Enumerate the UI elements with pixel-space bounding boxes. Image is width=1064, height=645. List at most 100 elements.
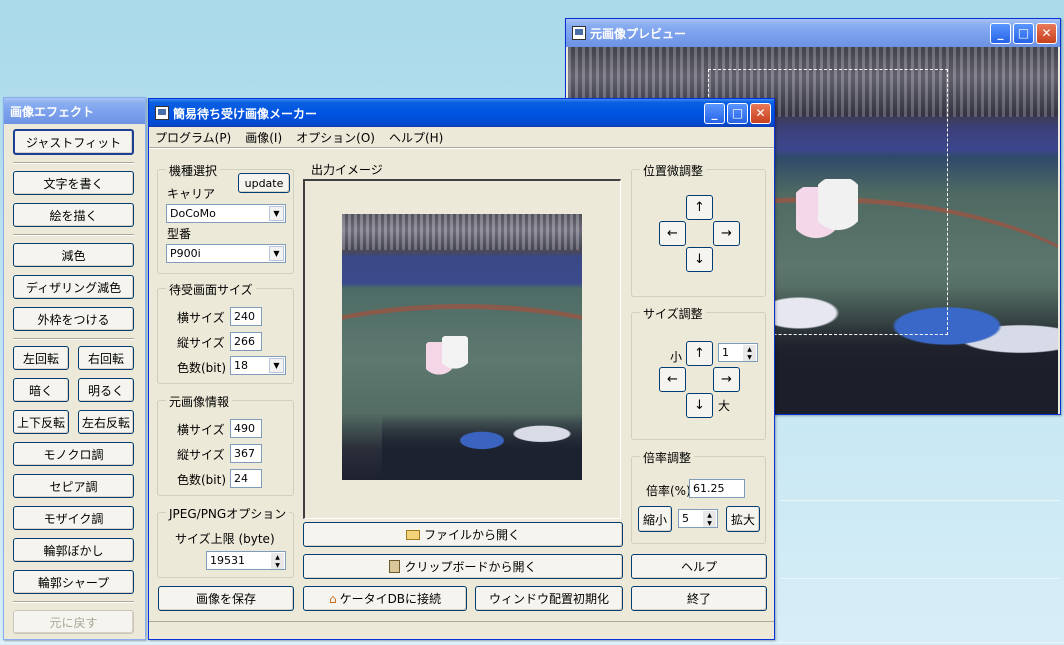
- model-group-label: 機種選択: [166, 162, 221, 179]
- move-left-button[interactable]: ←: [659, 221, 686, 246]
- mono-button[interactable]: モノクロ調: [13, 442, 134, 466]
- reduce-color-button[interactable]: 減色: [13, 243, 134, 267]
- output-label: 出力イメージ: [311, 163, 383, 177]
- rotate-left-button[interactable]: 左回転: [13, 346, 69, 370]
- source-info-group: 元画像情報 横サイズ 490 縦サイズ 367 色数(bit) 24: [157, 393, 294, 496]
- close-button[interactable]: ✕: [1036, 22, 1057, 44]
- source-width-field: 490: [230, 419, 262, 438]
- sepia-button[interactable]: セピア調: [13, 474, 134, 498]
- main-title: 簡易待ち受け画像メーカー: [173, 106, 318, 121]
- menu-program[interactable]: プログラム(P): [155, 129, 231, 146]
- maximize-button[interactable]: □: [727, 102, 748, 124]
- mosaic-button[interactable]: モザイク調: [13, 506, 134, 530]
- model-select[interactable]: P900i ▼: [166, 244, 286, 263]
- screen-height-field[interactable]: 266: [230, 332, 262, 351]
- screen-colors-value: 18: [234, 359, 248, 372]
- size-right-button[interactable]: →: [713, 367, 740, 392]
- jpeg-options-group: JPEG/PNGオプション サイズ上限 (byte) 19531 ▲ ▼: [157, 505, 294, 578]
- update-button[interactable]: update: [238, 173, 290, 193]
- crowd-front: [382, 414, 582, 480]
- darker-button[interactable]: 暗く: [13, 378, 69, 402]
- desktop-decoration: [780, 578, 1060, 579]
- size-group: サイズ調整 小 ↑ 1 ▲ ▼ ← → ↓ 大: [631, 305, 766, 440]
- zoom-step-value: 5: [682, 512, 689, 525]
- write-text-button[interactable]: 文字を書く: [13, 171, 134, 195]
- screen-width-label: 横サイズ: [177, 311, 225, 325]
- screen-size-group: 待受画面サイズ 横サイズ 240 縦サイズ 266 色数(bit) 18 ▼: [157, 281, 294, 384]
- spin-down-icon[interactable]: ▼: [743, 353, 756, 361]
- source-colors-label: 色数(bit): [177, 473, 227, 487]
- main-titlebar[interactable]: 簡易待ち受け画像メーカー _ □ ✕: [149, 99, 774, 127]
- size-down-button[interactable]: ↓: [686, 393, 713, 418]
- size-limit-value: 19531: [210, 554, 245, 567]
- zoom-rate-field[interactable]: 61.25: [689, 479, 745, 498]
- folder-icon: [405, 529, 420, 540]
- screen-colors-select[interactable]: 18 ▼: [230, 356, 286, 375]
- position-group: 位置微調整 ↑ ← → ↓: [631, 162, 766, 297]
- just-fit-button[interactable]: ジャストフィット: [13, 129, 134, 155]
- status-bar: [149, 621, 774, 639]
- move-up-button[interactable]: ↑: [686, 195, 713, 220]
- size-left-button[interactable]: ←: [659, 367, 686, 392]
- menu-image[interactable]: 画像(I): [245, 129, 282, 146]
- effects-panel[interactable]: 画像エフェクト ジャストフィット 文字を書く 絵を描く 減色 ディザリング減色 …: [3, 97, 146, 640]
- minimize-button[interactable]: _: [990, 22, 1011, 44]
- menu-options[interactable]: オプション(O): [296, 129, 375, 146]
- undo-button[interactable]: 元に戻す: [13, 610, 134, 634]
- help-button[interactable]: ヘルプ: [631, 554, 767, 579]
- menu-help[interactable]: ヘルプ(H): [389, 129, 443, 146]
- draw-button[interactable]: 絵を描く: [13, 203, 134, 227]
- source-width-label: 横サイズ: [177, 423, 225, 437]
- size-large-label: 大: [718, 399, 731, 413]
- move-down-button[interactable]: ↓: [686, 247, 713, 272]
- source-height-field: 367: [230, 444, 262, 463]
- exit-button[interactable]: 終了: [631, 586, 767, 611]
- open-clipboard-label: クリップボードから開く: [404, 560, 537, 574]
- connect-db-label: ケータイDBに接続: [339, 592, 442, 606]
- screen-width-field[interactable]: 240: [230, 307, 262, 326]
- carrier-value: DoCoMo: [170, 207, 216, 220]
- blur-button[interactable]: 輪郭ぼかし: [13, 538, 134, 562]
- minimize-button[interactable]: _: [704, 102, 725, 124]
- preview-title: 元画像プレビュー: [590, 26, 687, 41]
- carrier-label: キャリア: [167, 187, 216, 201]
- sharpen-button[interactable]: 輪郭シャープ: [13, 570, 134, 594]
- save-image-button[interactable]: 画像を保存: [158, 586, 294, 611]
- effects-titlebar[interactable]: 画像エフェクト: [4, 98, 145, 124]
- size-step-stepper[interactable]: 1 ▲ ▼: [718, 343, 758, 362]
- reset-layout-button[interactable]: ウィンドウ配置初期化: [475, 586, 623, 611]
- frame-button[interactable]: 外枠をつける: [13, 307, 134, 331]
- size-limit-stepper[interactable]: 19531 ▲ ▼: [206, 551, 286, 570]
- open-clipboard-button[interactable]: クリップボードから開く: [303, 554, 623, 579]
- menu-divider: [149, 147, 774, 149]
- rotate-right-button[interactable]: 右回転: [78, 346, 134, 370]
- preview-titlebar[interactable]: 元画像プレビュー _ □ ✕: [566, 19, 1060, 47]
- flip-vertical-button[interactable]: 上下反転: [13, 410, 69, 434]
- open-file-button[interactable]: ファイルから開く: [303, 522, 623, 547]
- flip-horizontal-button[interactable]: 左右反転: [78, 410, 134, 434]
- spin-down-icon[interactable]: ▼: [271, 561, 284, 569]
- size-step-value: 1: [722, 346, 729, 359]
- main-window[interactable]: 簡易待ち受け画像メーカー _ □ ✕ プログラム(P) 画像(I) オプション(…: [148, 98, 775, 640]
- position-group-label: 位置微調整: [640, 162, 707, 179]
- spin-down-icon[interactable]: ▼: [703, 519, 716, 527]
- dither-button[interactable]: ディザリング減色: [13, 275, 134, 299]
- size-up-button[interactable]: ↑: [686, 341, 713, 366]
- zoom-step-stepper[interactable]: 5 ▲ ▼: [678, 509, 718, 528]
- chevron-down-icon[interactable]: ▼: [269, 246, 284, 261]
- brighter-button[interactable]: 明るく: [78, 378, 134, 402]
- chevron-down-icon[interactable]: ▼: [269, 206, 284, 221]
- move-right-button[interactable]: →: [713, 221, 740, 246]
- screen-size-group-label: 待受画面サイズ: [166, 281, 256, 298]
- connect-db-button[interactable]: ⌂ ケータイDBに接続: [303, 586, 467, 611]
- shrink-button[interactable]: 縮小: [638, 506, 672, 532]
- close-button[interactable]: ✕: [750, 102, 771, 124]
- maximize-button[interactable]: □: [1013, 22, 1034, 44]
- model-value: P900i: [170, 247, 201, 260]
- zoom-group-label: 倍率調整: [640, 449, 695, 466]
- enlarge-button[interactable]: 拡大: [726, 506, 760, 532]
- screen-colors-label: 色数(bit): [177, 361, 227, 375]
- carrier-select[interactable]: DoCoMo ▼: [166, 204, 286, 223]
- chevron-down-icon[interactable]: ▼: [269, 358, 284, 373]
- divider: [13, 601, 134, 603]
